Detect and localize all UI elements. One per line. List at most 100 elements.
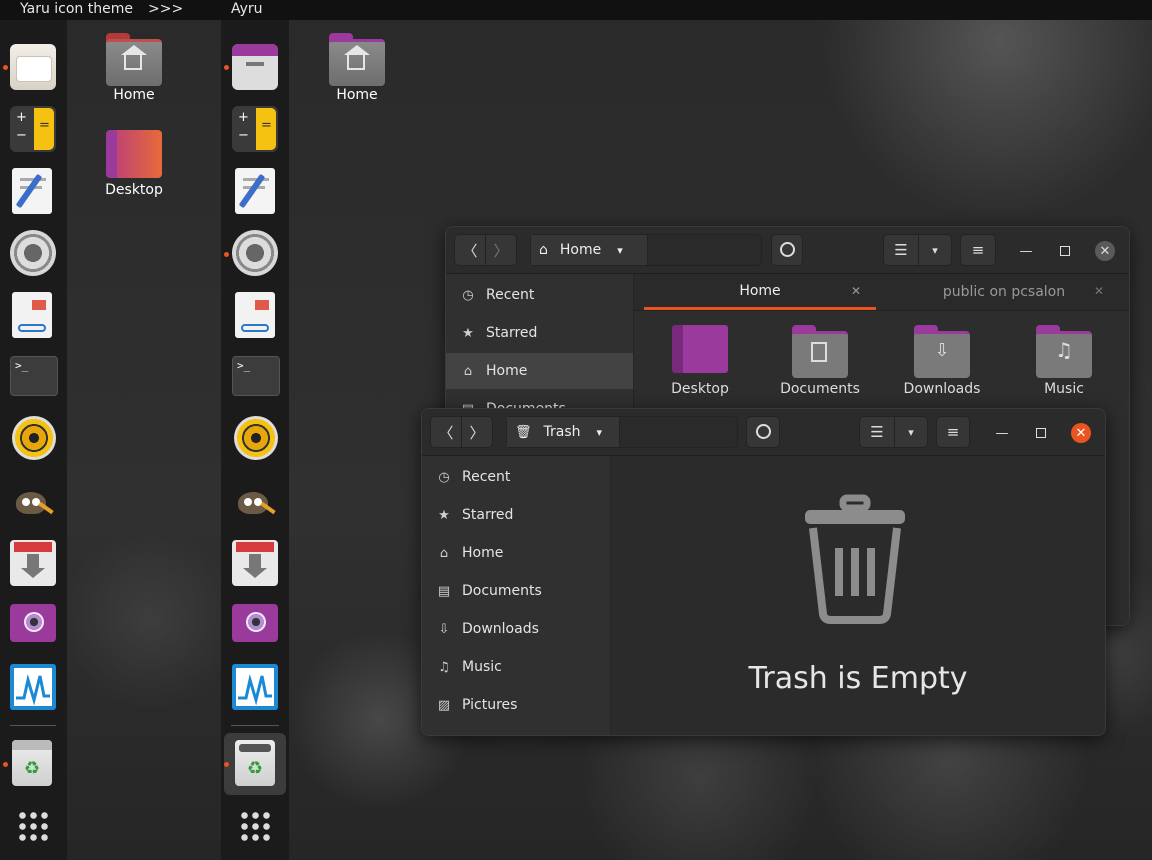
tab-home[interactable]: Home bbox=[644, 274, 876, 310]
calculator-icon[interactable]: + − = bbox=[232, 106, 278, 152]
sidebar-item-downloads[interactable]: ⇩ Downloads bbox=[422, 611, 610, 647]
close-button[interactable]: ✕ bbox=[1095, 241, 1115, 261]
path-bar[interactable]: 🗑 Trash ▾ bbox=[506, 416, 738, 448]
desktop-icon-home[interactable]: Home bbox=[94, 33, 174, 103]
minimize-icon: — bbox=[995, 425, 1009, 441]
view-options-button[interactable]: ▾ bbox=[918, 234, 952, 266]
trash-icon[interactable]: ♻ bbox=[12, 740, 52, 786]
document-viewer-icon[interactable] bbox=[12, 292, 52, 338]
tab-public-on-pcsalon[interactable]: public on pcsalon bbox=[884, 274, 1124, 310]
clock-icon: ◷ bbox=[462, 287, 474, 303]
running-indicator bbox=[3, 762, 8, 767]
music-folder-icon: ♫ bbox=[1036, 325, 1092, 378]
trash-icon[interactable]: ♻ bbox=[235, 740, 275, 786]
sidebar-item-documents[interactable]: ▤Documents bbox=[422, 573, 610, 609]
list-view-button[interactable]: ☰ bbox=[883, 234, 919, 266]
system-monitor-icon[interactable] bbox=[232, 664, 278, 710]
view-options-button[interactable]: ▾ bbox=[894, 416, 928, 448]
back-button[interactable]: 〈 bbox=[454, 234, 486, 266]
tab-close-icon[interactable]: ✕ bbox=[1094, 284, 1104, 298]
show-apps-grid-icon[interactable] bbox=[17, 810, 49, 842]
trash-icon: 🗑 bbox=[515, 424, 532, 440]
arrows-label: >>> bbox=[148, 1, 184, 17]
calculator-icon[interactable]: + − = bbox=[10, 106, 56, 152]
path-bar[interactable]: ⌂ Home ▾ bbox=[530, 234, 762, 266]
back-button[interactable]: 〈 bbox=[430, 416, 462, 448]
terminal-icon[interactable]: >_ bbox=[10, 356, 58, 396]
main-menu-button[interactable]: ≡ bbox=[960, 234, 996, 266]
download-icon: ⇩ bbox=[438, 621, 450, 637]
maximize-button[interactable] bbox=[1031, 423, 1051, 443]
empty-trash-view: Trash is Empty bbox=[611, 456, 1105, 735]
documents-folder-icon bbox=[792, 325, 848, 378]
sidebar-item-home[interactable]: ⌂ Home bbox=[422, 535, 610, 571]
close-icon: ✕ bbox=[1075, 425, 1087, 441]
clock-icon: ◷ bbox=[438, 469, 450, 485]
forward-button[interactable]: 〉 bbox=[485, 234, 517, 266]
camera-app-icon[interactable] bbox=[10, 604, 56, 642]
sidebar-item-starred[interactable]: ★ Starred bbox=[446, 315, 633, 351]
sidebar-item-pictures[interactable]: ▨ Pictures bbox=[422, 687, 610, 723]
files-icon[interactable] bbox=[10, 44, 56, 90]
folder-item-downloads[interactable]: ⇩ Downloads bbox=[886, 325, 998, 397]
minimize-button[interactable]: — bbox=[1016, 241, 1036, 261]
dock-ayru: + − = >_ ♻ bbox=[221, 20, 289, 860]
minimize-button[interactable]: — bbox=[992, 423, 1012, 443]
folder-item-music[interactable]: ♫ Music bbox=[1008, 325, 1120, 397]
gimp-icon[interactable] bbox=[10, 478, 56, 524]
sidebar-item-music[interactable]: ♫ Music bbox=[422, 649, 610, 685]
files-icon[interactable] bbox=[232, 44, 278, 90]
camera-app-icon[interactable] bbox=[232, 604, 278, 642]
pictures-icon: ▨ bbox=[437, 697, 451, 713]
close-button[interactable]: ✕ bbox=[1071, 423, 1091, 443]
tab-close-icon[interactable]: ✕ bbox=[851, 284, 861, 298]
folder-item-documents[interactable]: Documents bbox=[764, 325, 876, 397]
search-button[interactable] bbox=[746, 416, 780, 448]
sidebar-item-home[interactable]: ⌂ Home bbox=[446, 353, 633, 389]
text-editor-icon[interactable] bbox=[12, 168, 52, 214]
hamburger-menu-icon: ≡ bbox=[971, 241, 985, 259]
dock-separator bbox=[231, 725, 279, 726]
search-button[interactable] bbox=[771, 234, 803, 266]
home-icon: ⌂ bbox=[539, 242, 548, 258]
gimp-icon[interactable] bbox=[232, 478, 278, 524]
left-theme-label: Yaru icon theme bbox=[20, 1, 133, 17]
list-view-button[interactable]: ☰ bbox=[859, 416, 895, 448]
terminal-icon[interactable]: >_ bbox=[232, 356, 280, 396]
sidebar-item-recent[interactable]: ◷ Recent bbox=[446, 277, 633, 313]
desktop-folder-icon bbox=[106, 130, 162, 178]
rhythmbox-icon[interactable] bbox=[12, 416, 56, 460]
search-icon bbox=[755, 423, 771, 439]
sidebar-item-recent[interactable]: ◷ Recent bbox=[422, 459, 610, 495]
path-segment-home[interactable]: ⌂ Home ▾ bbox=[531, 235, 648, 265]
dock-yaru: + − = >_ ♻ bbox=[0, 20, 67, 860]
settings-icon[interactable] bbox=[10, 230, 56, 276]
chevron-down-icon: ▾ bbox=[617, 243, 623, 257]
rhythmbox-icon[interactable] bbox=[234, 416, 278, 460]
maximize-icon bbox=[1036, 428, 1046, 438]
settings-icon[interactable] bbox=[232, 230, 278, 276]
running-indicator bbox=[224, 65, 229, 70]
software-installer-icon[interactable] bbox=[232, 540, 278, 586]
system-monitor-icon[interactable] bbox=[10, 664, 56, 710]
main-menu-button[interactable]: ≡ bbox=[936, 416, 970, 448]
folder-item-desktop[interactable]: Desktop bbox=[644, 325, 756, 397]
dock-separator bbox=[10, 725, 56, 726]
running-indicator bbox=[224, 252, 229, 257]
desktop-icon-label: Home bbox=[336, 87, 378, 103]
maximize-icon bbox=[1060, 246, 1070, 256]
list-view-icon: ☰ bbox=[894, 241, 908, 259]
path-segment-trash[interactable]: 🗑 Trash ▾ bbox=[507, 417, 620, 447]
software-installer-icon[interactable] bbox=[10, 540, 56, 586]
document-viewer-icon[interactable] bbox=[235, 292, 275, 338]
big-trash-icon bbox=[805, 494, 905, 624]
headerbar: 〈 〉 ⌂ Home ▾ ☰ ▾ ≡ — ✕ bbox=[446, 227, 1129, 274]
sidebar-item-starred[interactable]: ★ Starred bbox=[422, 497, 610, 533]
maximize-button[interactable] bbox=[1055, 241, 1075, 261]
desktop-icon-home-ayru[interactable]: Home bbox=[317, 33, 397, 103]
forward-button[interactable]: 〉 bbox=[461, 416, 493, 448]
show-apps-grid-icon[interactable] bbox=[239, 810, 271, 842]
text-editor-icon[interactable] bbox=[235, 168, 275, 214]
desktop-icon-desktop[interactable]: Desktop bbox=[94, 130, 174, 198]
home-icon: ⌂ bbox=[439, 545, 449, 561]
